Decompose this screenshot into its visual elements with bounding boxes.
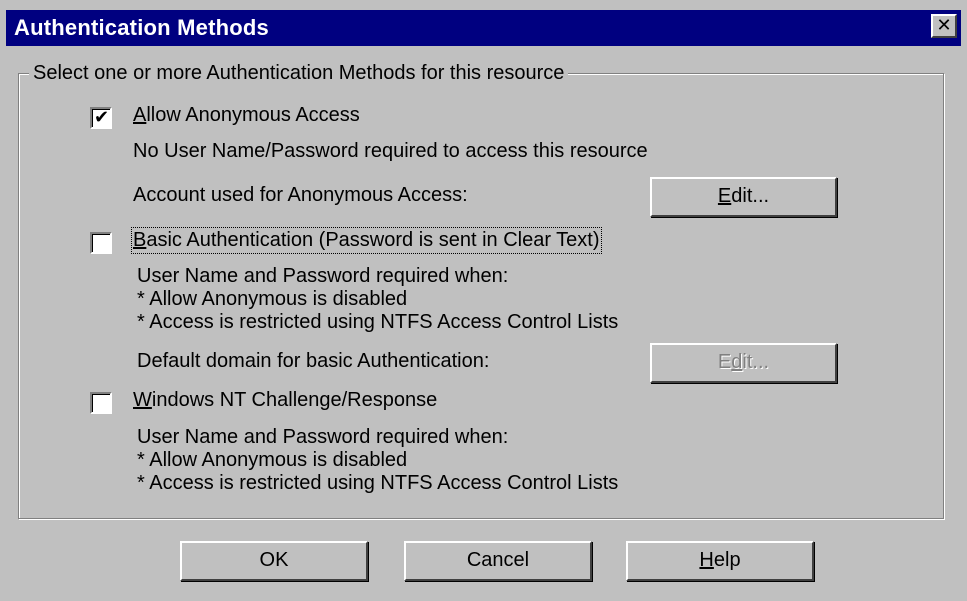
anonymous-description: No User Name/Password required to access… — [133, 140, 648, 162]
basic-requirements-heading: User Name and Password required when: — [137, 265, 509, 287]
basic-domain-edit-button[interactable]: Edit... — [650, 343, 837, 383]
authentication-methods-dialog: Authentication Methods ✕ Select one or m… — [0, 0, 967, 601]
checkmark-icon: ✔ — [94, 107, 110, 127]
anonymous-edit-button[interactable]: Edit... — [650, 177, 837, 217]
title-bar[interactable]: Authentication Methods ✕ — [6, 10, 961, 46]
basic-authentication-label[interactable]: Basic Authentication (Password is sent i… — [131, 227, 602, 254]
windows-nt-challenge-checkbox[interactable] — [90, 392, 112, 414]
allow-anonymous-label[interactable]: Allow Anonymous Access — [133, 104, 360, 127]
windows-nt-challenge-label[interactable]: Windows NT Challenge/Response — [133, 389, 437, 412]
ntlm-requirement-anonymous: * Allow Anonymous is disabled — [137, 449, 408, 471]
basic-requirement-anonymous: * Allow Anonymous is disabled — [137, 288, 408, 310]
close-icon: ✕ — [936, 15, 952, 35]
ntlm-requirements-heading: User Name and Password required when: — [137, 426, 509, 448]
allow-anonymous-checkbox[interactable]: ✔ — [90, 107, 112, 129]
help-button[interactable]: Help — [626, 541, 814, 581]
anonymous-account-label: Account used for Anonymous Access: — [133, 184, 468, 206]
ntlm-requirement-ntfs: * Access is restricted using NTFS Access… — [137, 472, 619, 494]
basic-requirement-ntfs: * Access is restricted using NTFS Access… — [137, 311, 619, 333]
basic-domain-label: Default domain for basic Authentication: — [137, 350, 490, 372]
basic-authentication-checkbox[interactable] — [90, 232, 112, 254]
group-legend: Select one or more Authentication Method… — [29, 62, 569, 85]
ok-button[interactable]: OK — [180, 541, 368, 581]
cancel-button[interactable]: Cancel — [404, 541, 592, 581]
dialog-title: Authentication Methods — [14, 15, 269, 40]
close-button[interactable]: ✕ — [931, 14, 957, 38]
